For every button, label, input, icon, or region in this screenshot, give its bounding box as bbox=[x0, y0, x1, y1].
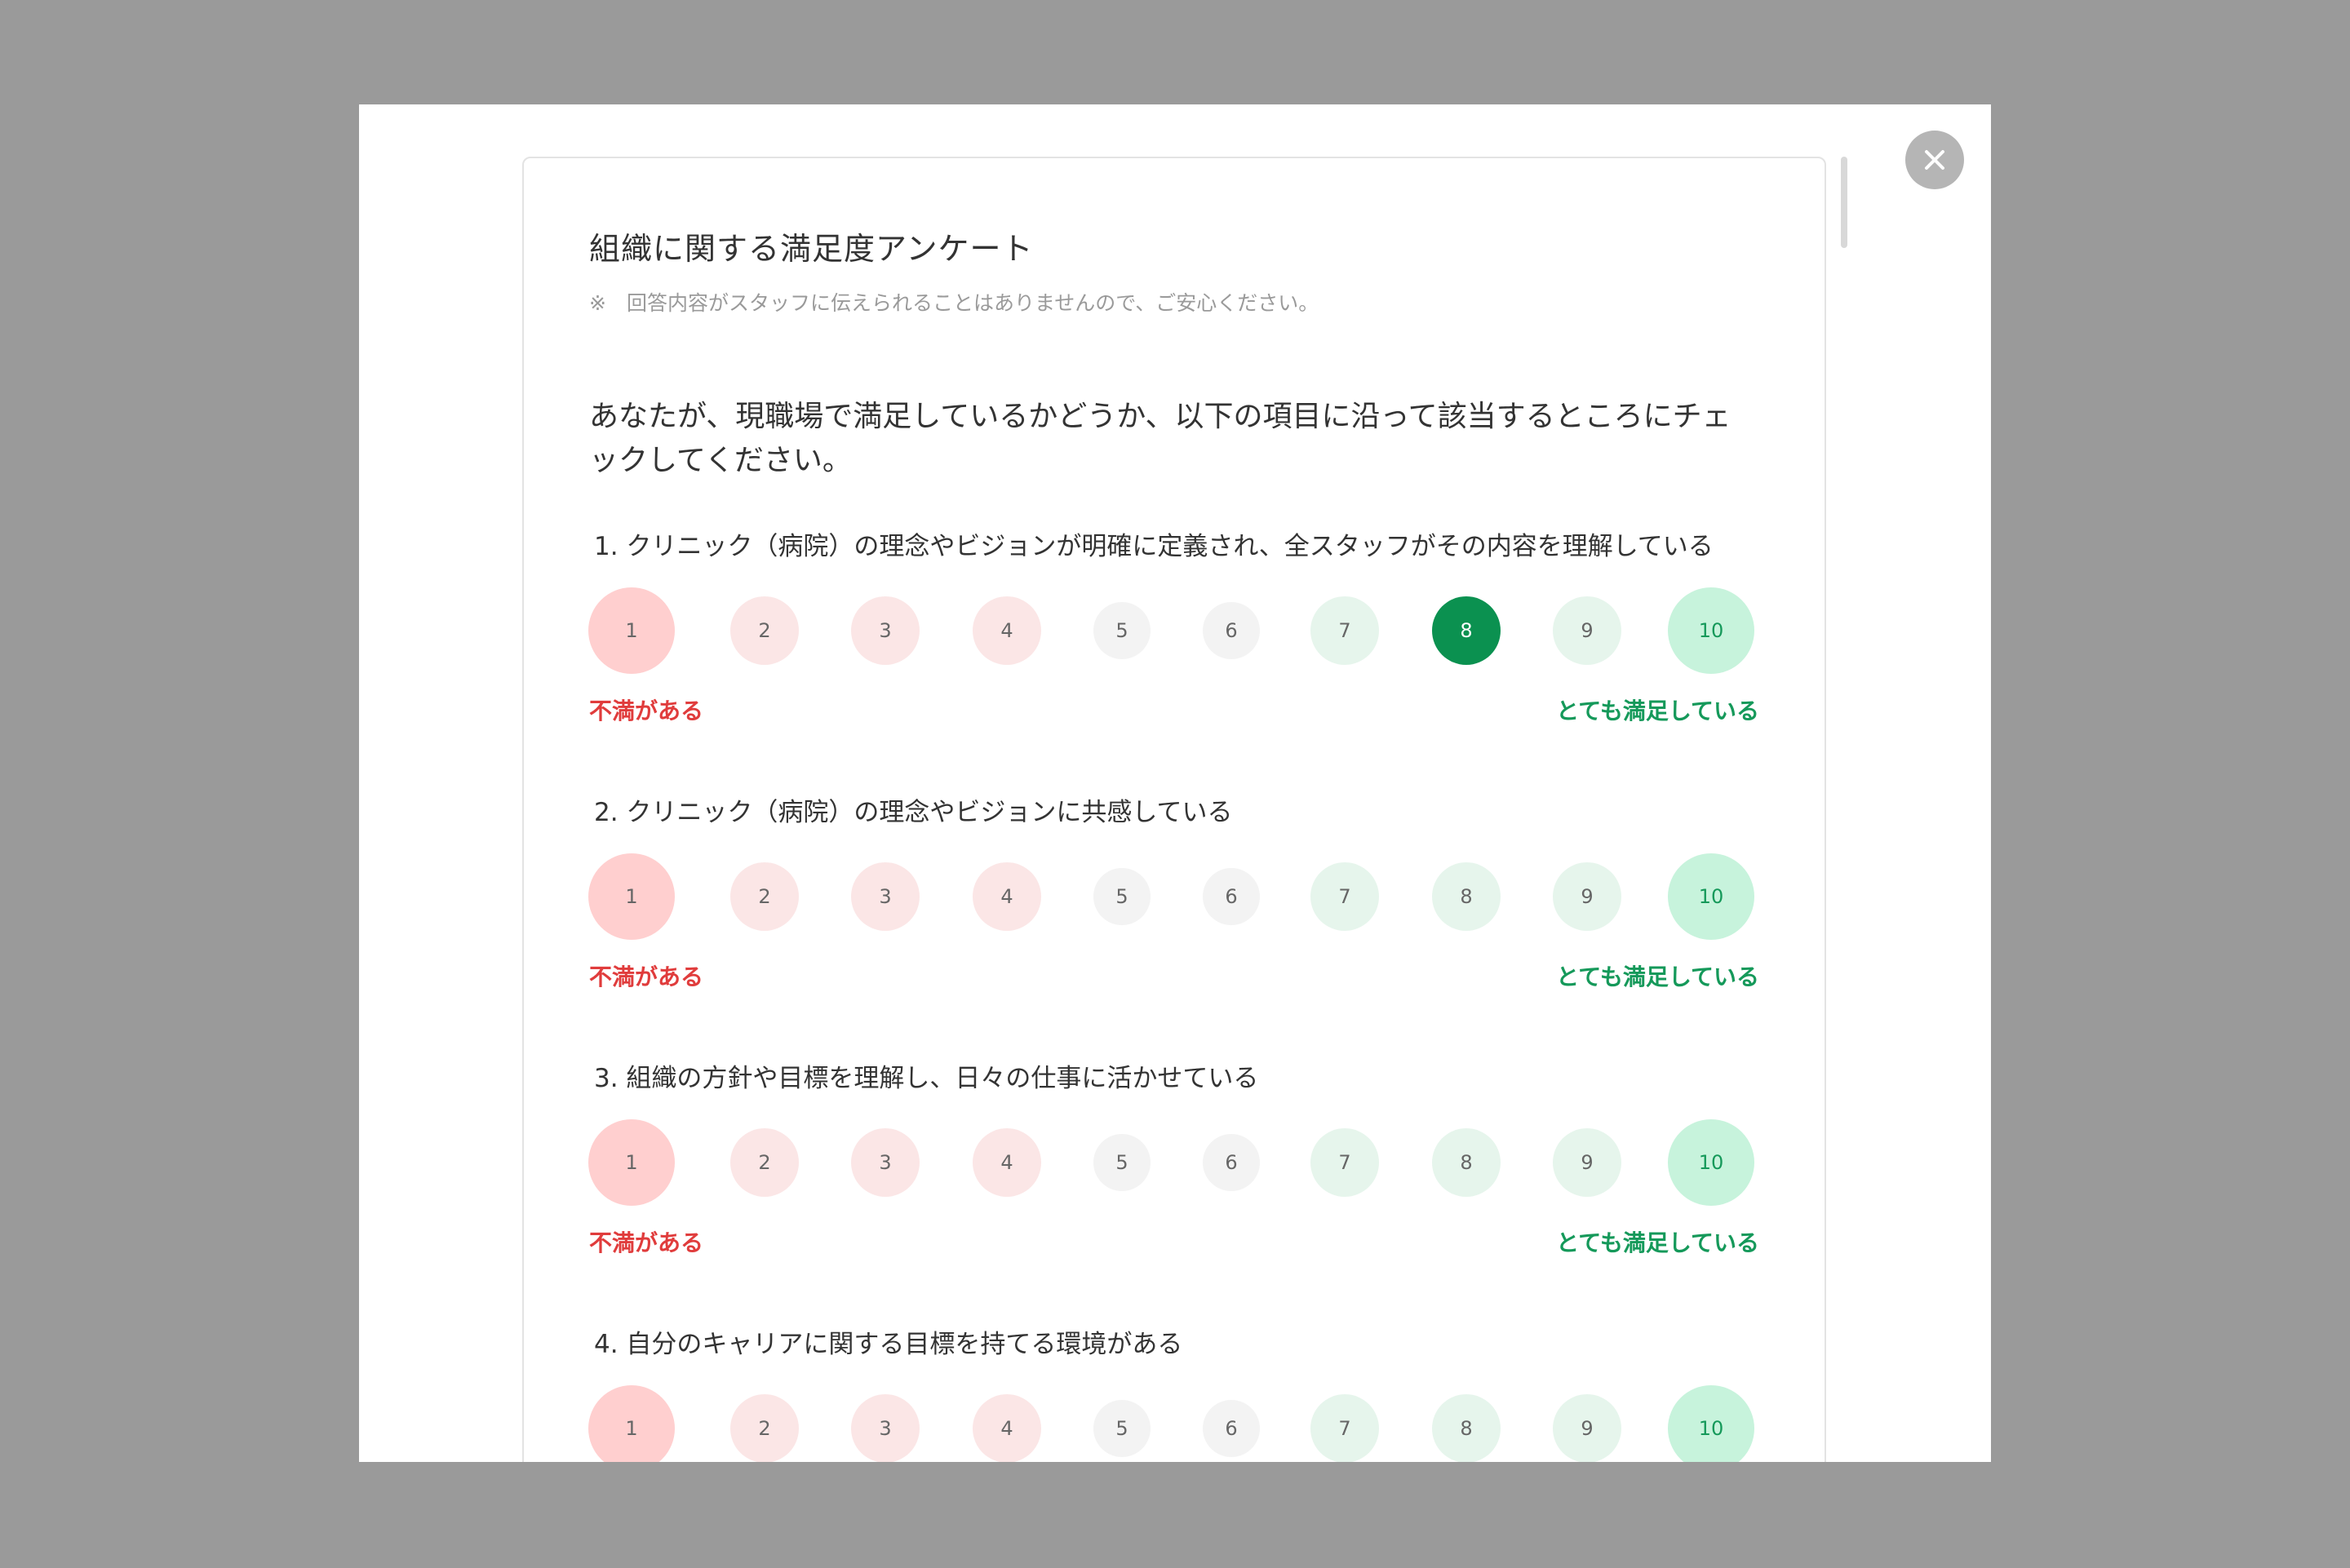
survey-modal: 組織に関する満足度アンケート ※ 回答内容がスタッフに伝えられることはありません… bbox=[359, 104, 1991, 1462]
close-icon bbox=[1925, 150, 1944, 170]
question-2-text: 2. クリニック（病院）の理念やビジョンに共感している bbox=[594, 798, 1233, 827]
rating-option-7[interactable]: 7 bbox=[1310, 1394, 1379, 1462]
rating-option-6[interactable]: 6 bbox=[1203, 1400, 1260, 1457]
rating-option-1[interactable]: 1 bbox=[588, 1385, 675, 1462]
rating-option-9[interactable]: 9 bbox=[1553, 596, 1621, 665]
rating-option-6[interactable]: 6 bbox=[1203, 868, 1260, 925]
rating-option-10[interactable]: 10 bbox=[1668, 587, 1754, 674]
rating-option-2[interactable]: 2 bbox=[730, 862, 799, 931]
rating-option-1[interactable]: 1 bbox=[588, 853, 675, 940]
rating-option-10[interactable]: 10 bbox=[1668, 853, 1754, 940]
scrollbar-thumb[interactable] bbox=[1841, 157, 1847, 248]
close-button[interactable] bbox=[1905, 131, 1964, 189]
rating-option-4[interactable]: 4 bbox=[973, 1394, 1041, 1462]
rating-option-1[interactable]: 1 bbox=[588, 1119, 675, 1206]
rating-option-3[interactable]: 3 bbox=[851, 596, 920, 665]
survey-title: 組織に関する満足度アンケート bbox=[589, 231, 1034, 267]
question-1-low-label: 不満がある bbox=[589, 698, 704, 724]
rating-option-2[interactable]: 2 bbox=[730, 596, 799, 665]
rating-option-2[interactable]: 2 bbox=[730, 1394, 799, 1462]
rating-option-10[interactable]: 10 bbox=[1668, 1119, 1754, 1206]
survey-card: 組織に関する満足度アンケート ※ 回答内容がスタッフに伝えられることはありません… bbox=[522, 157, 1826, 1462]
question-1-high-label: とても満足している bbox=[1556, 698, 1759, 724]
question-1-text: 1. クリニック（病院）の理念やビジョンが明確に定義され、全スタッフがその内容を… bbox=[594, 532, 1714, 561]
rating-option-6[interactable]: 6 bbox=[1203, 602, 1260, 659]
rating-option-6[interactable]: 6 bbox=[1203, 1134, 1260, 1191]
rating-option-9[interactable]: 9 bbox=[1553, 862, 1621, 931]
survey-instructions: あなたが、現職場で満足しているかどうか、以下の項目に沿って該当するところにチェッ… bbox=[589, 400, 1731, 477]
question-3-low-label: 不満がある bbox=[589, 1229, 704, 1256]
rating-option-7[interactable]: 7 bbox=[1310, 1128, 1379, 1197]
rating-option-5[interactable]: 5 bbox=[1093, 1134, 1151, 1191]
rating-option-9[interactable]: 9 bbox=[1553, 1394, 1621, 1462]
rating-option-4[interactable]: 4 bbox=[973, 862, 1041, 931]
rating-option-3[interactable]: 3 bbox=[851, 862, 920, 931]
question-2-low-label: 不満がある bbox=[589, 963, 704, 990]
rating-option-5[interactable]: 5 bbox=[1093, 868, 1151, 925]
privacy-note: ※ 回答内容がスタッフに伝えられることはありませんので、ご安心ください。 bbox=[589, 291, 1319, 315]
rating-option-3[interactable]: 3 bbox=[851, 1394, 920, 1462]
question-2-high-label: とても満足している bbox=[1556, 963, 1759, 990]
question-3-text: 3. 組織の方針や目標を理解し、日々の仕事に活かせている bbox=[594, 1064, 1259, 1093]
rating-option-9[interactable]: 9 bbox=[1553, 1128, 1621, 1197]
question-3-high-label: とても満足している bbox=[1556, 1229, 1759, 1256]
rating-option-5[interactable]: 5 bbox=[1093, 1400, 1151, 1457]
rating-option-4[interactable]: 4 bbox=[973, 1128, 1041, 1197]
rating-option-4[interactable]: 4 bbox=[973, 596, 1041, 665]
rating-option-7[interactable]: 7 bbox=[1310, 596, 1379, 665]
rating-option-8[interactable]: 8 bbox=[1432, 862, 1501, 931]
rating-option-8[interactable]: 8 bbox=[1432, 1128, 1501, 1197]
rating-option-8[interactable]: 8 bbox=[1432, 1394, 1501, 1462]
rating-option-2[interactable]: 2 bbox=[730, 1128, 799, 1197]
rating-option-1[interactable]: 1 bbox=[588, 587, 675, 674]
rating-option-5[interactable]: 5 bbox=[1093, 602, 1151, 659]
question-4-text: 4. 自分のキャリアに関する目標を持てる環境がある bbox=[594, 1330, 1183, 1359]
rating-option-10[interactable]: 10 bbox=[1668, 1385, 1754, 1462]
rating-option-7[interactable]: 7 bbox=[1310, 862, 1379, 931]
rating-option-8[interactable]: 8 bbox=[1432, 596, 1501, 665]
rating-option-3[interactable]: 3 bbox=[851, 1128, 920, 1197]
